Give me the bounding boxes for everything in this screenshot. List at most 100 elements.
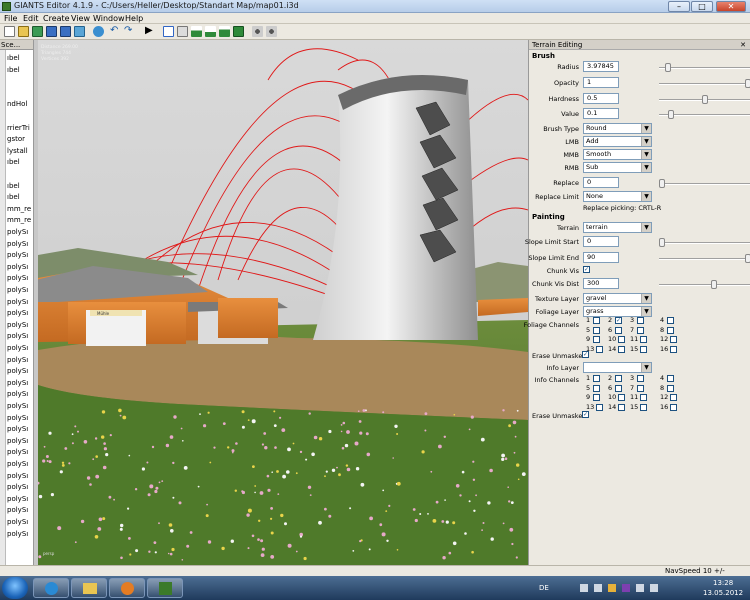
info-channel-checkbox[interactable] — [593, 394, 600, 401]
chunk-vis-checkbox[interactable]: ✓ — [583, 266, 590, 273]
media-player-taskbar-button[interactable] — [109, 578, 145, 598]
menu-file[interactable]: File — [4, 14, 17, 23]
replace-slider-thumb[interactable] — [659, 179, 665, 188]
info-channel-checkbox[interactable] — [670, 394, 677, 401]
foliage-channel-checkbox[interactable] — [615, 326, 622, 334]
scenegraph-node[interactable]: polySı — [7, 286, 33, 295]
value-slider[interactable] — [659, 110, 750, 119]
radius-input[interactable]: 3.97845 — [583, 61, 619, 72]
slope-start-slider-thumb[interactable] — [659, 238, 665, 247]
scenegraph-node[interactable]: polySı — [7, 332, 33, 341]
scenegraph-node[interactable]: polySı — [7, 495, 33, 504]
rmb-select[interactable]: Sub ▼ — [583, 162, 652, 173]
foliage-channel-checkbox[interactable] — [593, 336, 600, 343]
scenegraph-node[interactable]: polySı — [7, 263, 33, 272]
reload-scene-icon[interactable] — [93, 26, 104, 37]
foliage-channel-checkbox[interactable] — [670, 336, 677, 343]
undo-icon[interactable]: ↶ — [110, 26, 121, 37]
erase-unmasked2-checkbox[interactable]: ✓ — [582, 411, 589, 418]
scenegraph-node[interactable]: polySı — [7, 251, 33, 260]
value-slider-thumb[interactable] — [668, 110, 674, 119]
menu-window[interactable]: Window — [93, 14, 125, 23]
hardness-input[interactable]: 0.5 — [583, 93, 619, 104]
play-icon[interactable]: ▶ — [145, 26, 156, 37]
terrain-up-icon[interactable] — [191, 26, 202, 37]
scenegraph-node[interactable]: polySı — [7, 460, 33, 469]
scenegraph-node[interactable]: ıbel — [7, 66, 33, 75]
move-icon[interactable] — [177, 26, 188, 37]
scenegraph-node[interactable]: ıbel — [7, 193, 33, 202]
scenegraph-node[interactable]: polySı — [7, 472, 33, 481]
giants-editor-taskbar-button[interactable] — [147, 578, 183, 598]
slope-end-input[interactable]: 90 — [583, 252, 619, 263]
info-channel-checkbox[interactable] — [667, 384, 674, 392]
language-indicator[interactable]: DE — [539, 584, 549, 592]
foliage-channel-checkbox[interactable] — [670, 345, 677, 353]
scenegraph-node[interactable]: polySı — [7, 274, 33, 283]
minimize-button[interactable]: – — [668, 1, 690, 12]
foliage-channel-checkbox[interactable] — [640, 345, 647, 353]
save-icon[interactable] — [46, 26, 57, 37]
foliage-channel-checkbox[interactable] — [618, 345, 625, 353]
info-channel-checkbox[interactable] — [618, 403, 625, 411]
scenegraph-node[interactable]: mm_re — [7, 216, 33, 225]
scenegraph-node[interactable]: polySı — [7, 367, 33, 376]
value-input[interactable]: 0.1 — [583, 108, 619, 119]
info-channel-checkbox[interactable] — [637, 384, 644, 392]
info-channel-checkbox[interactable] — [618, 394, 625, 401]
foliage-channel-checkbox[interactable] — [593, 326, 600, 334]
maximize-button[interactable]: □ — [691, 1, 713, 12]
menu-help[interactable]: Help — [125, 14, 143, 23]
brush-type-select[interactable]: Round ▼ — [583, 123, 652, 134]
reload-icon[interactable] — [32, 26, 43, 37]
info-layer-select[interactable]: ▼ — [583, 362, 652, 373]
scenegraph-node[interactable]: polySı — [7, 321, 33, 330]
tray-icon[interactable] — [580, 584, 588, 592]
network-tray-icon[interactable] — [636, 584, 644, 592]
scenegraph-node[interactable]: polySı — [7, 506, 33, 515]
texture-layer-select[interactable]: gravel ▼ — [583, 293, 652, 304]
slope-end-slider-thumb[interactable] — [745, 254, 750, 263]
scenegraph-node[interactable]: lystall — [7, 147, 33, 156]
scenegraph-node[interactable]: polySı — [7, 390, 33, 399]
scenegraph-node[interactable]: mm_re — [7, 205, 33, 214]
chunk-vis-dist-input[interactable]: 300 — [583, 278, 619, 289]
scenegraph-node[interactable]: polySı — [7, 379, 33, 388]
terrain-smooth-icon[interactable] — [219, 26, 230, 37]
foliage-channel-checkbox[interactable] — [640, 336, 647, 343]
hardness-slider-thumb[interactable] — [702, 95, 708, 104]
scenegraph-node[interactable]: polySı — [7, 483, 33, 492]
menu-create[interactable]: Create — [43, 14, 70, 23]
tray-icon[interactable] — [594, 584, 602, 592]
network-icon[interactable] — [252, 26, 263, 37]
save-all-icon[interactable] — [60, 26, 71, 37]
terrain-panel-close-icon[interactable]: ✕ — [740, 40, 746, 50]
info-channel-checkbox[interactable] — [596, 403, 603, 411]
erase-unmasked-checkbox[interactable]: ✓ — [582, 351, 589, 358]
terrain-select[interactable]: terrain ▼ — [583, 222, 652, 233]
scenegraph-node[interactable]: polySı — [7, 437, 33, 446]
scenegraph-node[interactable]: polySı — [7, 530, 33, 539]
hardness-slider[interactable] — [659, 95, 750, 104]
scenegraph-node[interactable]: polySı — [7, 448, 33, 457]
close-button[interactable]: ✕ — [716, 1, 746, 12]
info-channel-checkbox[interactable] — [640, 403, 647, 411]
clock-time[interactable]: 13:28 — [713, 579, 733, 587]
scenegraph-node[interactable]: polySı — [7, 356, 33, 365]
info-channel-checkbox[interactable] — [615, 384, 622, 392]
start-button[interactable] — [2, 577, 28, 599]
scenegraph-node[interactable]: polySı — [7, 228, 33, 237]
scenegraph-node[interactable]: polySı — [7, 425, 33, 434]
refresh-icon[interactable] — [74, 26, 85, 37]
menu-edit[interactable]: Edit — [23, 14, 39, 23]
foliage-channel-checkbox[interactable] — [637, 317, 644, 324]
replace-slider[interactable] — [659, 179, 750, 188]
foliage-channel-checkbox[interactable] — [637, 326, 644, 334]
mmb-select[interactable]: Smooth ▼ — [583, 149, 652, 160]
slope-end-slider[interactable] — [659, 254, 750, 263]
volume-icon[interactable] — [650, 584, 658, 592]
replace-input[interactable]: 0 — [583, 177, 619, 188]
3d-viewport[interactable]: Mühle Distance 269.00 Triangles 744 Vert… — [38, 40, 528, 565]
scenegraph-node[interactable]: rrierTri — [7, 124, 33, 133]
open-icon[interactable] — [18, 26, 29, 37]
